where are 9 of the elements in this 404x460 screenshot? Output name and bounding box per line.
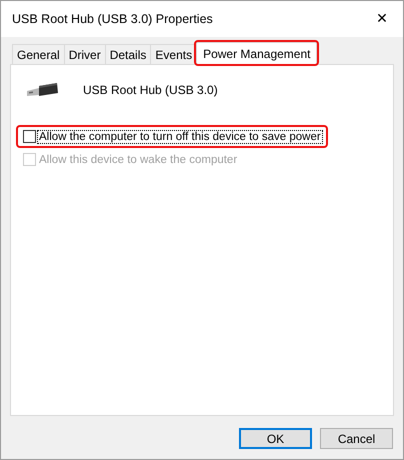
- close-button[interactable]: ✕: [361, 4, 403, 34]
- checkbox[interactable]: [23, 130, 36, 143]
- tab[interactable]: Power Management: [196, 42, 318, 64]
- checkbox-option[interactable]: Allow the computer to turn off this device to save power: [18, 127, 326, 146]
- ok-button[interactable]: OK: [239, 428, 312, 449]
- cancel-button[interactable]: Cancel: [320, 428, 393, 449]
- tab[interactable]: General: [12, 44, 65, 64]
- window-title: USB Root Hub (USB 3.0) Properties: [12, 12, 213, 26]
- device-name: USB Root Hub (USB 3.0): [83, 83, 218, 97]
